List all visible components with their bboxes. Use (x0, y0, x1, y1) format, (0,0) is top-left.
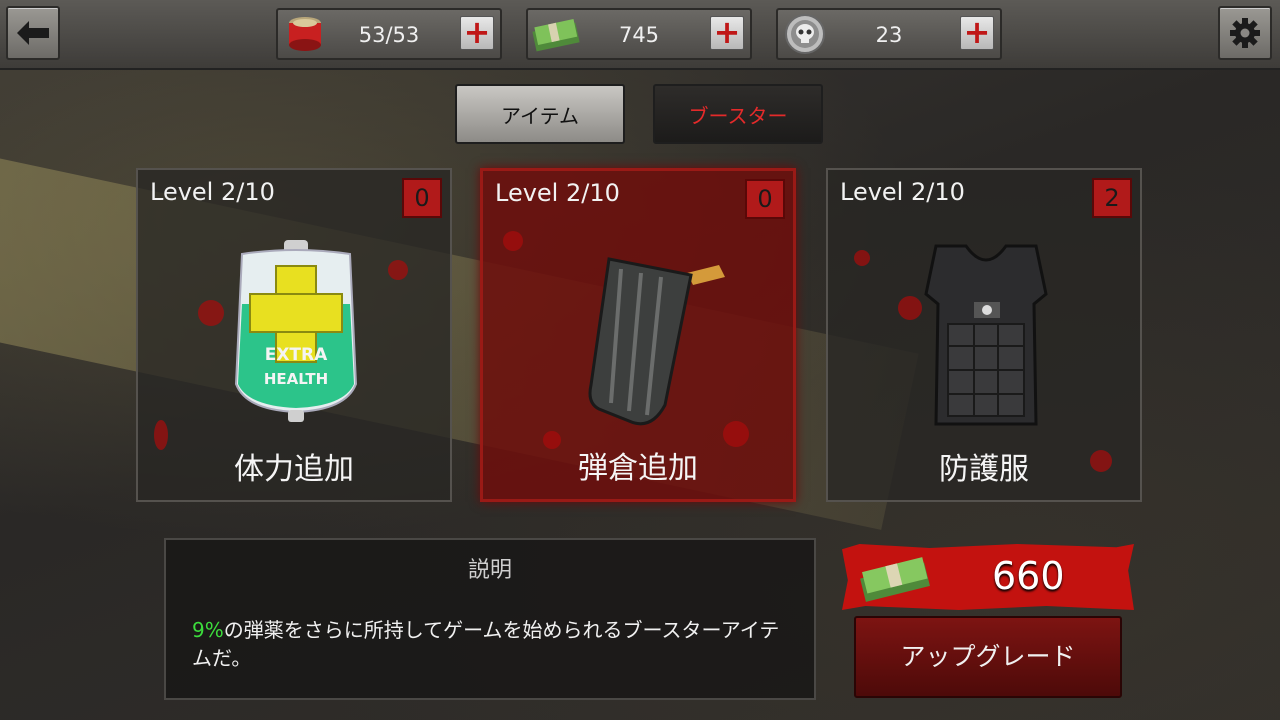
card-count-badge: 0 (402, 178, 442, 218)
add-skull-button[interactable]: + (960, 16, 994, 50)
add-cash-button[interactable]: + (710, 16, 744, 50)
tab-boosters[interactable]: ブースター (653, 84, 823, 144)
description-panel: 説明 9%の弾薬をさらに所持してゲームを始められるブースターアイテムだ。 (164, 538, 816, 700)
gear-icon (1230, 18, 1260, 48)
card-name: 防護服 (939, 452, 1029, 487)
card-count-badge: 0 (745, 179, 785, 219)
blood-splat (854, 250, 870, 266)
card-count-badge: 2 (1092, 178, 1132, 218)
booster-card-ammo[interactable]: Level 2/10 0 弾倉追加 (480, 168, 796, 502)
description-percent: 9% (192, 618, 224, 642)
add-food-button[interactable]: + (460, 16, 494, 50)
top-bar: 53/53 + 745 + 23 + (0, 0, 1280, 70)
description-title: 説明 (467, 558, 512, 583)
extra-health-bag-icon: EXTRA HEALTH (234, 240, 358, 422)
resource-skull: 23 + (776, 8, 1002, 60)
resource-cash: 745 + (526, 8, 752, 60)
cash-stack-icon (860, 557, 930, 602)
bag-label-extra: EXTRA (265, 345, 328, 365)
upgrade-button[interactable]: アップグレード (854, 616, 1122, 698)
left-arrow-icon (17, 21, 49, 45)
card-level: Level 2/10 (495, 179, 620, 207)
tab-items[interactable]: アイテム (455, 84, 625, 144)
body-armor-icon (924, 244, 1048, 426)
bag-label-health: HEALTH (264, 370, 328, 388)
card-name: 体力追加 (234, 452, 354, 487)
description-text: 9%の弾薬をさらに所持してゲームを始められるブースターアイテムだ。 (192, 616, 784, 672)
ammo-magazine-icon (588, 257, 725, 426)
price-amount: 660 (992, 554, 1065, 598)
resource-food: 53/53 + (276, 8, 502, 60)
back-button[interactable] (6, 6, 60, 60)
card-level: Level 2/10 (150, 178, 275, 206)
settings-button[interactable] (1218, 6, 1272, 60)
description-body: の弾薬をさらに所持してゲームを始められるブースターアイテムだ。 (192, 618, 780, 670)
card-level: Level 2/10 (840, 178, 965, 206)
booster-card-health[interactable]: Level 2/10 0 EXTRA HEALTH 体力追加 (136, 168, 452, 502)
card-name: 弾倉追加 (578, 451, 698, 486)
blood-splat (503, 231, 523, 251)
booster-card-armor[interactable]: Level 2/10 2 防護服 (826, 168, 1142, 502)
upgrade-price: 660 (842, 544, 1134, 610)
